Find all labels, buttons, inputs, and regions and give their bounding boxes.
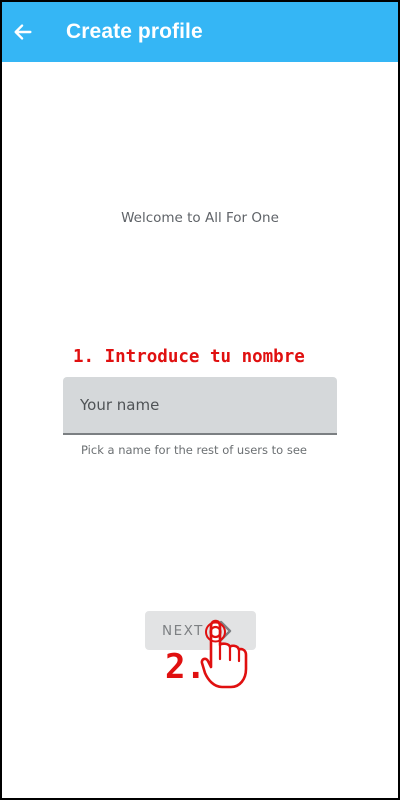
name-input[interactable]: Your name bbox=[63, 377, 337, 435]
page-title: Create profile bbox=[66, 20, 203, 43]
phone-screen: Create profile Welcome to All For One 1.… bbox=[0, 0, 400, 800]
arrow-left-icon bbox=[14, 24, 32, 40]
welcome-text: Welcome to All For One bbox=[121, 210, 279, 226]
name-helper-text: Pick a name for the rest of users to see bbox=[81, 443, 308, 457]
annotation-step-1: 1. Introduce tu nombre bbox=[73, 347, 305, 367]
next-button-label: NEXT bbox=[162, 622, 204, 639]
hand-pointer-icon bbox=[200, 619, 248, 689]
back-button[interactable] bbox=[5, 14, 41, 50]
name-input-placeholder: Your name bbox=[80, 396, 160, 414]
app-bar: Create profile bbox=[2, 2, 398, 62]
